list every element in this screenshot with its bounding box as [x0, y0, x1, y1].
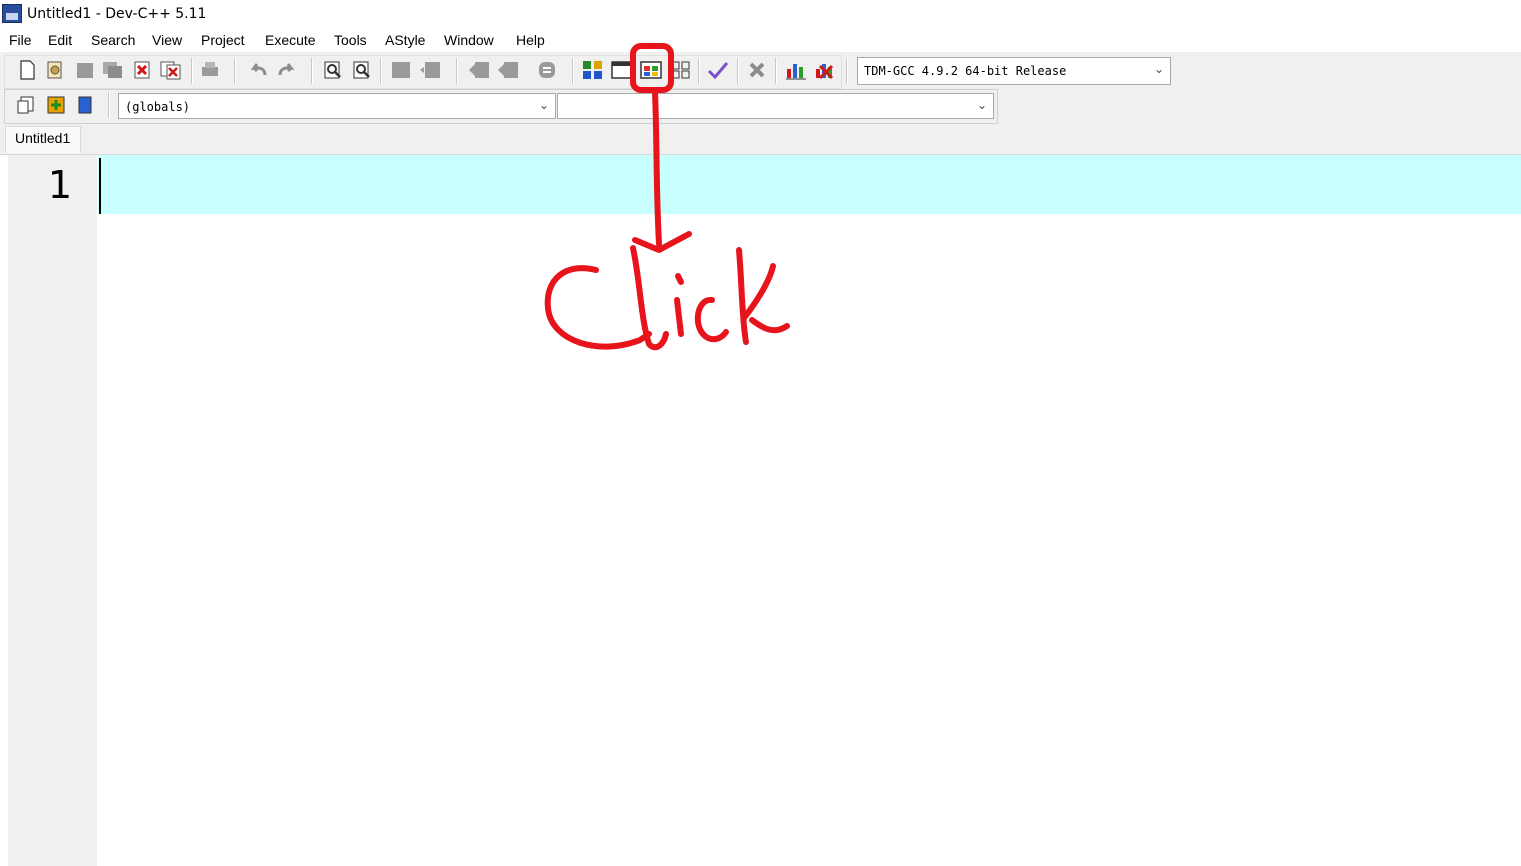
menu-execute[interactable]: Execute — [265, 32, 316, 48]
bookmark-next-icon — [498, 62, 518, 78]
line-number: 1 — [47, 163, 72, 207]
menu-edit[interactable]: Edit — [48, 32, 72, 48]
toolbar-separator — [572, 58, 574, 84]
redo-button[interactable] — [276, 59, 298, 81]
undo-icon — [250, 63, 267, 76]
compile-run-icon — [640, 61, 662, 79]
menu-file[interactable]: File — [9, 32, 32, 48]
bookmark-prev-button[interactable] — [468, 59, 490, 81]
class-icon — [17, 96, 34, 114]
editor-tab-strip — [0, 124, 1521, 155]
toolbar-separator — [108, 92, 110, 118]
toolbar-separator — [698, 58, 700, 84]
window-title: Untitled1 - Dev-C++ 5.11 — [27, 6, 207, 22]
compiler-select-value: TDM-GCC 4.9.2 64-bit Release — [864, 64, 1067, 78]
run-button[interactable] — [611, 59, 633, 81]
rebuild-all-icon — [671, 61, 690, 79]
redo-icon — [278, 63, 295, 76]
add-plus-icon — [47, 96, 65, 114]
compile-button[interactable] — [582, 59, 604, 81]
text-caret — [99, 158, 101, 214]
print-button[interactable] — [199, 59, 221, 81]
chevron-down-icon: ⌄ — [1153, 62, 1164, 76]
unindent-icon — [420, 62, 440, 78]
close-x-icon — [749, 62, 765, 78]
delete-profile-icon — [816, 64, 834, 80]
code-editor[interactable] — [98, 214, 1521, 866]
menu-view[interactable]: View — [152, 32, 182, 48]
rebuild-all-button[interactable] — [670, 59, 692, 81]
toolbar-separator — [737, 58, 739, 84]
close-all-icon — [160, 61, 181, 80]
line-gutter: 1 — [8, 155, 97, 866]
print-icon — [202, 62, 218, 76]
bookmark-next-button[interactable] — [497, 59, 519, 81]
replace-icon — [353, 61, 370, 79]
stop-execution-button[interactable] — [746, 59, 768, 81]
menu-window[interactable]: Window — [444, 32, 494, 48]
new-class-button[interactable] — [15, 94, 37, 116]
indent-button[interactable] — [390, 59, 412, 81]
toolbar-separator — [191, 58, 193, 84]
new-file-button[interactable] — [16, 59, 38, 81]
compile-run-button[interactable] — [640, 59, 662, 81]
current-line-highlight[interactable] — [98, 155, 1521, 214]
tab-untitled1[interactable]: Untitled1 — [5, 126, 81, 153]
save-all-button[interactable] — [102, 59, 124, 81]
menu-bar: File Edit Search View Project Execute To… — [0, 30, 1521, 52]
new-file-icon — [20, 60, 35, 80]
title-bar: Untitled1 - Dev-C++ 5.11 — [0, 0, 1521, 29]
save-icon — [77, 63, 93, 78]
profile-button[interactable] — [785, 59, 807, 81]
menu-project[interactable]: Project — [201, 32, 245, 48]
undo-button[interactable] — [247, 59, 269, 81]
member-select[interactable]: ⌄ — [557, 93, 994, 119]
run-window-icon — [611, 61, 633, 79]
bar-chart-icon — [786, 64, 806, 80]
dev-cpp-app-icon — [2, 4, 22, 23]
delete-profile-button[interactable] — [814, 59, 836, 81]
close-all-button[interactable] — [160, 59, 182, 81]
bookmark-icon — [78, 96, 92, 114]
menu-tools[interactable]: Tools — [334, 32, 367, 48]
save-all-icon — [103, 62, 122, 78]
scope-select-value: (globals) — [125, 100, 191, 114]
replace-button[interactable] — [351, 59, 373, 81]
toolbar-separator — [456, 58, 458, 84]
syntax-check-button[interactable] — [707, 59, 729, 81]
toolbar-separator — [846, 58, 848, 84]
close-file-button[interactable] — [131, 59, 153, 81]
find-button[interactable] — [322, 59, 344, 81]
compiler-select[interactable]: TDM-GCC 4.9.2 64-bit Release ⌄ — [857, 57, 1171, 85]
insert-button[interactable] — [45, 94, 67, 116]
bookmark-prev-icon — [469, 62, 489, 78]
goto-button[interactable] — [74, 94, 96, 116]
menu-help[interactable]: Help — [516, 32, 545, 48]
toolbar-separator — [234, 58, 236, 84]
toggle-comment-icon — [539, 62, 555, 78]
compile-grid-icon — [583, 61, 602, 79]
toggle-comment-button[interactable] — [536, 59, 558, 81]
find-icon — [324, 61, 341, 79]
indent-icon — [392, 62, 410, 78]
chevron-down-icon: ⌄ — [538, 98, 549, 112]
save-button[interactable] — [74, 59, 96, 81]
unindent-button[interactable] — [419, 59, 441, 81]
toolbar-separator — [380, 58, 382, 84]
open-file-icon — [47, 61, 62, 79]
scope-select[interactable]: (globals) ⌄ — [118, 93, 556, 119]
toolbar-separator — [311, 58, 313, 84]
menu-search[interactable]: Search — [91, 32, 135, 48]
toolbar-separator — [775, 58, 777, 84]
checkmark-icon — [707, 62, 729, 80]
chevron-down-icon: ⌄ — [976, 98, 987, 112]
menu-astyle[interactable]: AStyle — [385, 32, 425, 48]
close-file-icon — [134, 61, 150, 79]
open-file-button[interactable] — [44, 59, 66, 81]
